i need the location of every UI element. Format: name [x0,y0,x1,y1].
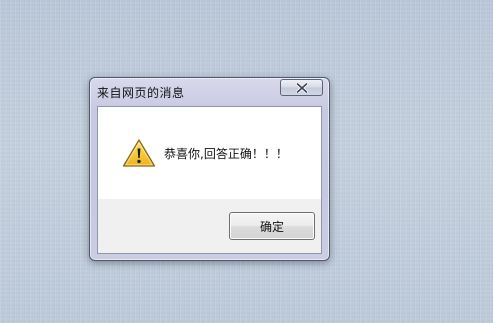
button-area: 确定 [98,199,321,253]
dialog-content: 恭喜你,回答正确！！！ 确定 [97,106,322,254]
dialog-titlebar[interactable]: 来自网页的消息 [90,78,329,105]
alert-dialog: 来自网页的消息 恭喜你,回答正确！！！ 确定 [89,77,330,261]
close-button[interactable] [280,79,323,96]
dialog-title: 来自网页的消息 [97,86,185,100]
close-icon [295,82,308,93]
dialog-message: 恭喜你,回答正确！！！ [164,147,288,161]
desktop-background: 来自网页的消息 恭喜你,回答正确！！！ 确定 [0,0,493,323]
message-area: 恭喜你,回答正确！！！ [98,107,321,199]
ok-button[interactable]: 确定 [229,212,315,240]
warning-icon [122,138,156,168]
